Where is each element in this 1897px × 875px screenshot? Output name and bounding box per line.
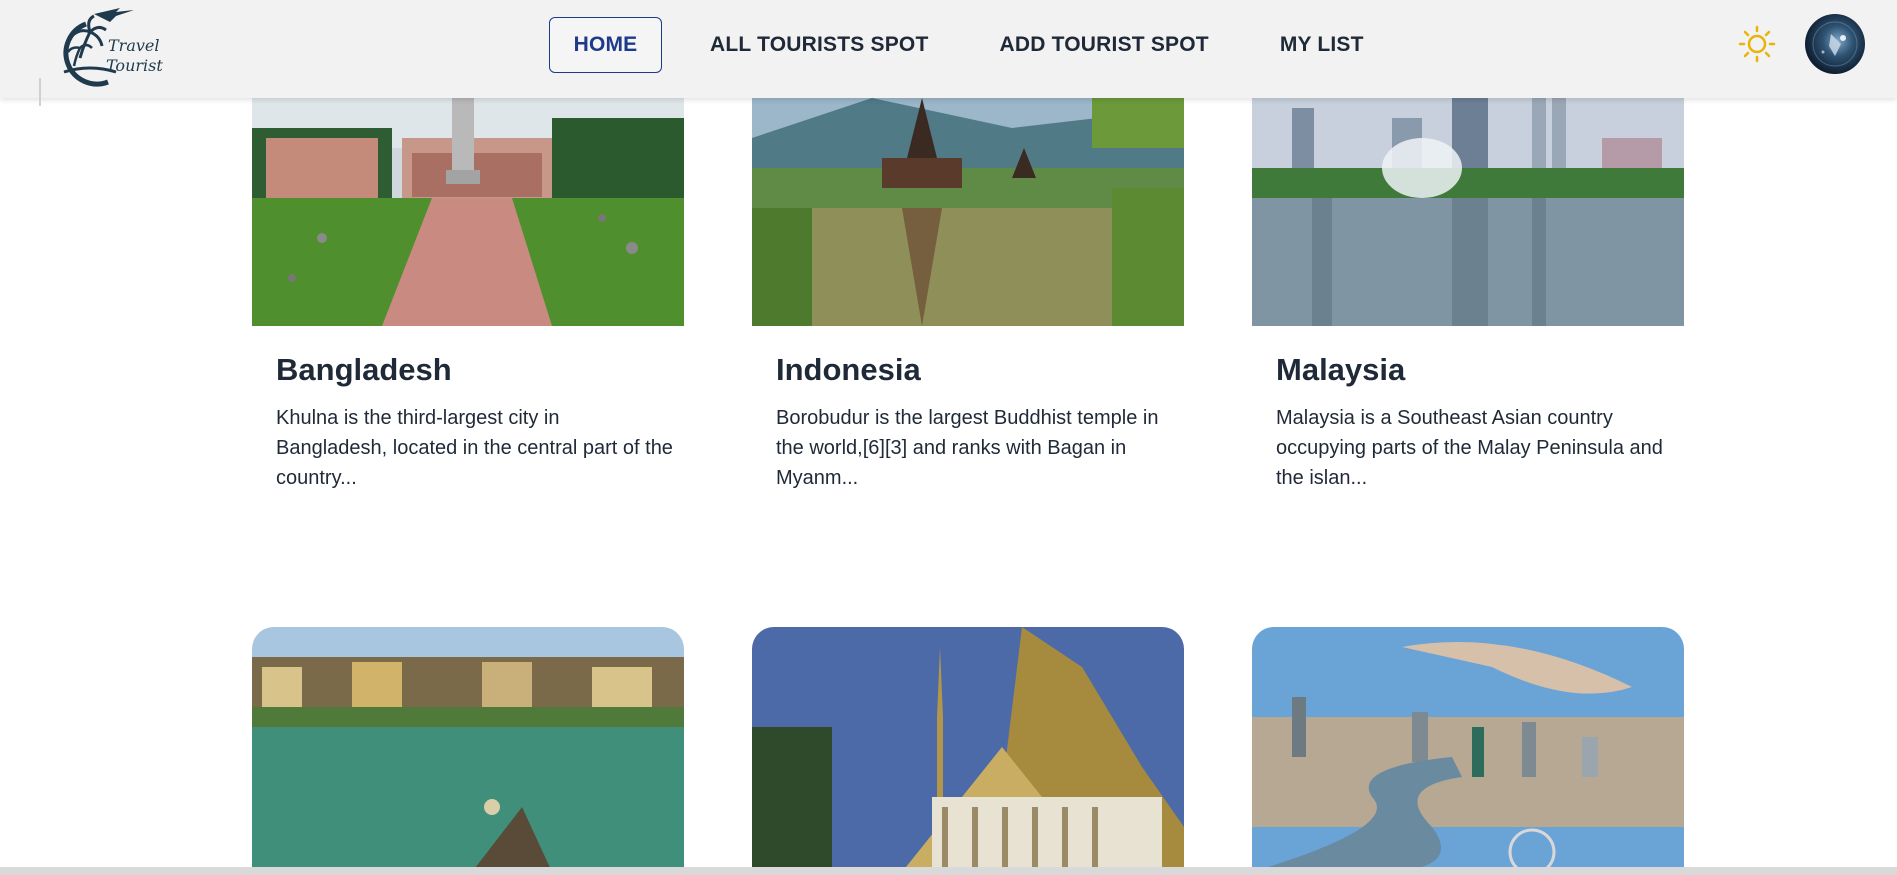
card-image-university-campus[interactable] (252, 98, 684, 326)
spot-card[interactable]: Malaysia Malaysia is a Southeast Asian c… (1252, 98, 1684, 489)
spot-card[interactable]: Bangladesh Khulna is the third-largest c… (252, 98, 684, 489)
page: Travel Tourist HOME ALL TOURISTS SPOT AD… (0, 0, 1897, 875)
user-avatar[interactable] (1805, 14, 1865, 74)
site-logo[interactable]: Travel Tourist (50, 6, 170, 88)
card-image-riverside-town[interactable] (252, 627, 684, 872)
spot-card[interactable] (752, 627, 1184, 872)
spot-card[interactable] (252, 627, 684, 872)
card-title: Malaysia (1276, 352, 1406, 387)
card-description: Borobudur is the largest Buddhist temple… (776, 407, 1159, 489)
skyline-photo (1252, 98, 1684, 326)
palace-photo (752, 627, 1184, 872)
card-title: Bangladesh (276, 352, 452, 387)
theme-toggle-button[interactable] (1738, 25, 1776, 63)
sun-icon (1738, 25, 1776, 63)
card-image-river-city[interactable] (1252, 627, 1684, 872)
avatar-image (1812, 21, 1858, 67)
nav-home-link[interactable]: HOME (549, 17, 662, 73)
spot-card[interactable] (1252, 627, 1684, 872)
main-nav: HOME ALL TOURISTS SPOT ADD TOURIST SPOT … (549, 17, 1364, 73)
card-image-lake-temple[interactable] (752, 98, 1184, 326)
nav-add-tourist-spot-link[interactable]: ADD TOURIST SPOT (999, 17, 1208, 73)
temple-photo (752, 98, 1184, 326)
nav-my-list-link[interactable]: MY LIST (1280, 17, 1364, 73)
riverside-photo (252, 627, 684, 872)
card-description: Malaysia is a Southeast Asian country oc… (1276, 407, 1663, 489)
edge-mark (39, 78, 41, 106)
river-city-photo (1252, 627, 1684, 872)
card-image-city-skyline[interactable] (1252, 98, 1684, 326)
card-title: Indonesia (776, 352, 921, 387)
nav-all-tourists-spot-link[interactable]: ALL TOURISTS SPOT (710, 17, 928, 73)
card-image-royal-palace[interactable] (752, 627, 1184, 872)
campus-photo (252, 98, 684, 326)
logo-text-travel: Travel (108, 36, 160, 55)
horizontal-scrollbar[interactable] (0, 867, 1897, 875)
logo-text-tourist: Tourist (106, 56, 163, 75)
spot-card[interactable]: Indonesia Borobudur is the largest Buddh… (752, 98, 1184, 489)
navbar: Travel Tourist HOME ALL TOURISTS SPOT AD… (0, 0, 1897, 98)
card-description: Khulna is the third-largest city in Bang… (276, 407, 673, 489)
